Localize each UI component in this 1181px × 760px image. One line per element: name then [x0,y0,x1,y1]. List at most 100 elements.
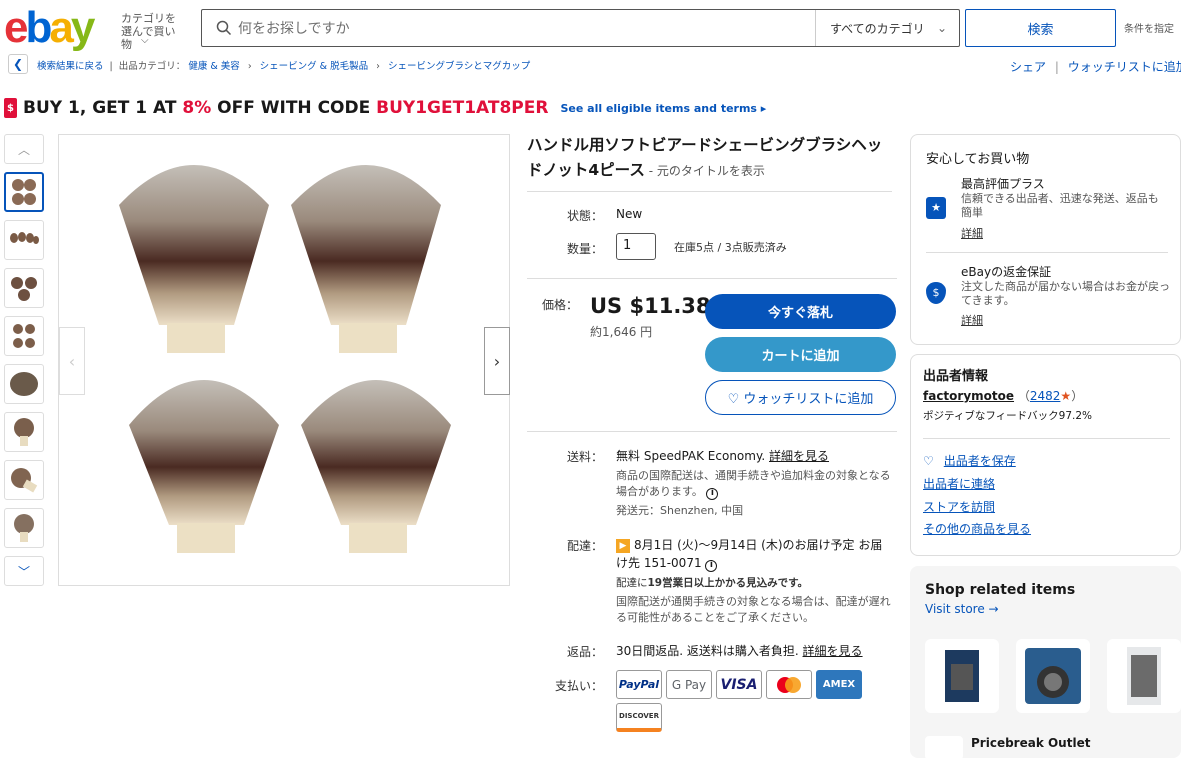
ships-from: 発送元：Shenzhen, 中国 [616,504,744,517]
contact-seller-link[interactable]: 出品者に連絡 [923,475,995,492]
promo-percent: 8% [182,98,212,118]
breadcrumb-item[interactable]: シェービング & 脱毛製品 [260,61,368,72]
related-product[interactable] [925,639,999,713]
item-title: ハンドル用ソフトビアードシェービングブラシヘッドノット4ピース - 元のタイトル… [527,133,892,184]
search-button[interactable]: 検索 [965,9,1116,47]
trust-details-link[interactable]: 詳細 [961,225,983,241]
seller-score-link[interactable]: 2482 [1030,389,1061,403]
save-seller-link[interactable]: 出品者を保存 [944,452,1016,469]
mastercard-logo [777,676,801,693]
chevron-right-icon: › [493,351,501,371]
payments-label: 支払い： [554,679,603,693]
quantity-label: 数量： [566,242,603,256]
info-icon[interactable]: i [706,488,719,500]
share-link[interactable]: シェア [1010,60,1046,74]
shipping-info: 無料 SpeedPAK Economy. 詳細を見る [616,447,891,464]
promo-text: OFF WITH CODE [211,98,377,118]
listed-in-label: 出品カテゴリ： [118,61,186,72]
brush-thumb-image [13,324,35,348]
promo-banner: $ BUY 1, GET 1 AT 8% OFF WITH CODE BUY1G… [4,98,766,118]
thumbnail[interactable] [4,508,44,548]
dollar-tag-icon: $ [4,98,17,118]
visit-store-button[interactable]: Visit store → [925,602,999,616]
breadcrumb-item[interactable]: 健康 & 美容 [188,61,239,72]
trust-item-desc: 注文した商品が届かない場合はお金が戻ってきます。 [961,280,1170,307]
ebay-logo[interactable]: ebay [4,6,95,50]
delivery-note-bold: 19営業日以上かかる見込みです。 [647,577,809,589]
thumbnail[interactable] [4,316,44,356]
brush-thumb-image [10,372,38,396]
brush-thumb-image [14,418,34,446]
shipping-free: 無料 [616,449,641,463]
thumbnail[interactable] [4,220,44,260]
thumbnail[interactable] [4,268,44,308]
related-product[interactable] [1016,639,1090,713]
save-seller-row[interactable]: ♡ 出品者を保存 [923,452,1016,469]
watchlist-link[interactable]: ウォッチリストに追加 [1068,60,1181,74]
share-separator: | [1054,60,1059,74]
promo-text: BUY 1, GET 1 AT [23,98,183,118]
category-select-label: すべてのカテゴリ [830,21,925,36]
promo-code: BUY1GET1AT8PER [376,98,549,118]
back-to-results-link[interactable]: 検索結果に戻る [37,61,104,72]
shop-with-confidence-card: 安心してお買い物 ★ 最高評価プラス 信頼できる出品者、迅速な発送、返品も簡単 … [910,134,1181,345]
amex-icon: AMEX [816,670,862,699]
thumbnail[interactable] [4,412,44,452]
thumb-down-button[interactable]: ﹀ [4,556,44,586]
delivery-flag-icon: ▶ [616,538,630,553]
prev-image-button[interactable]: ‹ [59,327,85,395]
see-other-items-link[interactable]: その他の商品を見る [923,520,1031,537]
shop-by-category-button[interactable]: カテゴリを選んで買い物 ⌵ [121,12,186,51]
store-name[interactable]: Pricebreak Outlet [971,736,1090,750]
promo-terms-link[interactable]: See all eligible items and terms ▸ [560,102,766,115]
brush-thumb-image [11,468,38,493]
product-package-image [1127,647,1161,705]
add-to-cart-button[interactable]: カートに追加 [705,337,896,372]
thumbnail[interactable] [4,364,44,404]
chevron-down-icon: ﹀ [17,564,30,579]
search-input[interactable]: 何をお探しですか [232,18,815,38]
brush-thumb-image [10,232,39,244]
related-heading: Shop related items [925,582,1076,598]
thumbnail[interactable] [4,460,44,500]
buy-it-now-button[interactable]: 今すぐ落札 [705,294,896,329]
share-actions: シェア | ウォッチリストに追加 [1010,58,1181,75]
search-icon [216,20,232,36]
heart-icon: ♡ [923,453,934,468]
shipping-note-text: 商品の国際配送は、通関手続きや追加料金の対象となる場合があります。 [616,469,891,498]
quantity-input[interactable]: 1 [616,233,656,260]
info-icon[interactable]: i [705,560,718,572]
shipping-method: SpeedPAK Economy. [640,449,769,463]
returns-label: 返品： [566,645,603,659]
breadcrumb-item[interactable]: シェービングブラシとマグカップ [388,61,530,72]
trust-details-link[interactable]: 詳細 [961,312,983,328]
price-label: 価格： [541,298,578,312]
breadcrumb-separator: | [109,61,113,72]
thumb-up-button[interactable]: ︿ [4,134,44,164]
chevron-up-icon: ︿ [17,142,30,157]
money-back-guarantee-icon: $ [926,282,946,304]
main-product-image[interactable]: ‹ › [58,134,510,586]
related-items-panel: Shop related items Visit store → Pricebr… [910,566,1181,760]
shipping-note: 商品の国際配送は、通関手続きや追加料金の対象となる場合があります。 i [616,468,891,500]
seller-name-link[interactable]: factorymotoe [923,389,1014,403]
shipping-details-link[interactable]: 詳細を見る [769,449,829,463]
chevron-down-icon: ⌄ [936,21,947,35]
next-image-button[interactable]: › [484,327,510,395]
brush-thumb-image [12,179,36,205]
show-original-title-link[interactable]: 元のタイトルを表示 [657,164,765,178]
advanced-search-link[interactable]: 条件を指定 [1124,20,1174,35]
back-button[interactable]: ❮ [8,54,28,74]
add-to-watchlist-button[interactable]: ♡ ウォッチリストに追加 [705,380,896,415]
brush-thumb-image [14,514,34,542]
thumbnail[interactable] [4,172,44,212]
shaving-brush-knots-image [119,165,451,553]
mastercard-icon [766,670,812,699]
related-product[interactable] [1107,639,1181,713]
trust-item-desc: 信頼できる出品者、迅速な発送、返品も簡単 [961,192,1159,219]
category-select[interactable]: すべてのカテゴリ ⌄ [815,10,959,46]
visit-store-link[interactable]: ストアを訪問 [923,498,995,515]
chevron-right-icon: › [376,61,380,72]
returns-details-link[interactable]: 詳細を見る [803,644,863,658]
product-package-image [1025,648,1081,704]
